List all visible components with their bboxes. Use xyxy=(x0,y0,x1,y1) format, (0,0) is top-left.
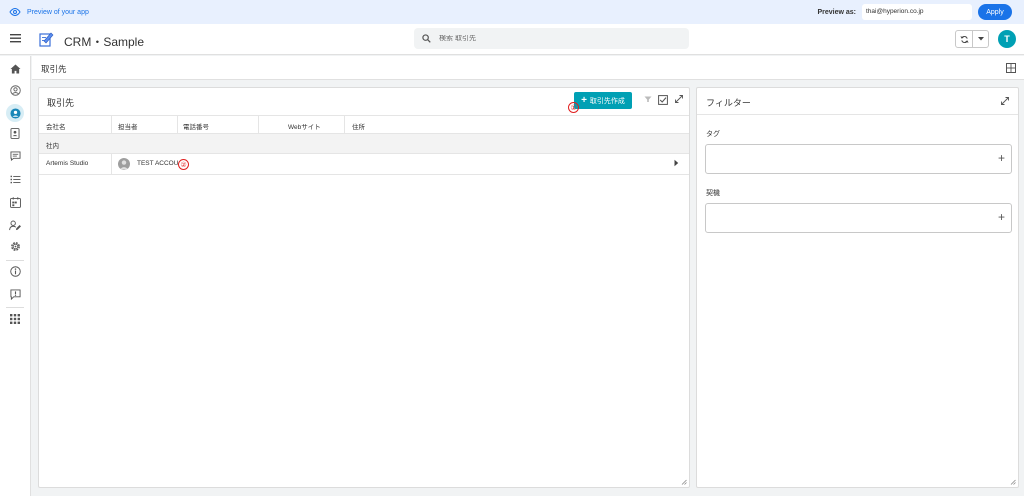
annotation-marker-2: ② xyxy=(178,159,189,170)
deal-label: 契機 xyxy=(706,190,720,197)
apps-grid-icon xyxy=(10,314,20,324)
column-divider xyxy=(258,116,259,134)
filter-divider xyxy=(697,114,1018,115)
create-account-button[interactable]: + 取引先作成 xyxy=(574,92,632,109)
caret-down-icon xyxy=(977,37,984,41)
home-icon xyxy=(10,64,20,74)
checkbox-icon[interactable] xyxy=(658,95,668,105)
column-divider xyxy=(344,116,345,134)
column-header-company[interactable]: 会社名 xyxy=(46,121,66,131)
preview-indicator: Preview of your app xyxy=(0,8,89,16)
sync-dropdown[interactable] xyxy=(973,31,988,47)
tag-label: タグ xyxy=(706,131,720,138)
chevron-right-icon[interactable] xyxy=(674,159,679,167)
owner-avatar xyxy=(118,158,130,170)
nav-user-edit[interactable] xyxy=(6,216,24,234)
table-header: 会社名 担当者 電話番号 Webサイト 住所 xyxy=(39,115,689,134)
left-nav xyxy=(0,56,31,496)
expand-icon[interactable] xyxy=(1001,97,1009,105)
add-tag-icon[interactable]: + xyxy=(998,152,1005,164)
info-icon xyxy=(9,265,21,277)
app-title: CRM・Sample xyxy=(64,35,145,49)
column-divider xyxy=(111,116,112,134)
company-cell: Artemis Studio xyxy=(46,160,89,167)
sync-button[interactable] xyxy=(956,31,974,47)
nav-contacts[interactable] xyxy=(6,124,24,142)
column-header-phone[interactable]: 電話番号 xyxy=(183,121,209,131)
settings-icon xyxy=(10,241,20,251)
group-row: 社内 xyxy=(39,134,689,154)
nav-chat[interactable] xyxy=(6,147,24,165)
chat-icon xyxy=(10,151,20,161)
column-divider xyxy=(177,116,178,134)
nav-home[interactable] xyxy=(6,60,24,78)
tag-field[interactable]: + xyxy=(705,144,1012,174)
nav-divider xyxy=(6,260,24,261)
preview-email-field[interactable]: thai@hyperion.co.jp xyxy=(862,4,972,20)
resize-handle-icon[interactable] xyxy=(681,479,687,485)
nav-tasks[interactable] xyxy=(6,170,24,188)
user-edit-icon xyxy=(9,220,21,230)
column-divider xyxy=(111,154,112,175)
preview-label: Preview of your app xyxy=(27,8,89,16)
accounts-panel: 取引先 + 取引先作成 ① 会社名 担当者 電話番号 Webサイト 住所 社内 … xyxy=(38,87,690,488)
preview-bar: Preview of your app Preview as: thai@hyp… xyxy=(0,0,1024,24)
sync-control xyxy=(955,30,989,48)
app-logo-icon xyxy=(39,32,54,47)
sync-icon xyxy=(960,35,969,43)
page-title: 取引先 xyxy=(41,64,67,74)
tasks-icon xyxy=(10,175,20,183)
nav-accounts[interactable] xyxy=(6,104,24,122)
plus-icon: + xyxy=(581,94,587,106)
filter-icon[interactable] xyxy=(644,95,652,103)
nav-apps[interactable] xyxy=(6,310,24,328)
nav-calendar[interactable] xyxy=(6,193,24,211)
column-header-website[interactable]: Webサイト xyxy=(288,121,321,131)
nav-profile[interactable] xyxy=(6,81,24,99)
group-label: 社内 xyxy=(46,143,59,150)
resize-handle-icon[interactable] xyxy=(1010,479,1016,485)
table-row[interactable]: Artemis Studio TEST ACCOU ② xyxy=(39,154,689,175)
eye-icon xyxy=(9,8,21,16)
nav-info[interactable] xyxy=(6,262,24,280)
owner-cell: TEST ACCOU xyxy=(137,160,179,167)
person-icon xyxy=(119,160,129,170)
contacts-icon xyxy=(10,127,20,139)
search-input[interactable] xyxy=(439,35,669,42)
user-avatar[interactable]: T xyxy=(998,30,1016,48)
annotation-marker-1: ① xyxy=(568,102,579,113)
apply-button[interactable]: Apply xyxy=(978,4,1012,20)
column-header-owner[interactable]: 担当者 xyxy=(118,121,138,131)
nav-divider xyxy=(6,307,24,308)
calendar-icon xyxy=(9,196,21,208)
create-account-label: 取引先作成 xyxy=(589,97,625,105)
nav-settings[interactable] xyxy=(6,237,24,255)
filter-title: フィルター xyxy=(706,98,751,108)
add-deal-icon[interactable]: + xyxy=(998,211,1005,223)
filter-panel: フィルター タグ + 契機 + xyxy=(696,87,1019,488)
deal-field[interactable]: + xyxy=(705,203,1012,233)
layout-grid-icon[interactable] xyxy=(1006,63,1016,73)
column-header-address[interactable]: 住所 xyxy=(352,121,365,131)
breadcrumb: 取引先 xyxy=(32,56,1024,80)
accounts-icon xyxy=(9,107,21,119)
menu-icon[interactable] xyxy=(10,33,21,43)
panel-title: 取引先 xyxy=(47,98,75,108)
expand-icon[interactable] xyxy=(675,95,683,103)
profile-icon xyxy=(9,84,21,96)
feedback-icon xyxy=(9,288,21,300)
search-icon xyxy=(422,34,431,43)
nav-feedback[interactable] xyxy=(6,285,24,303)
app-header: CRM・Sample T xyxy=(0,24,1024,55)
preview-as-label: Preview as: xyxy=(817,8,856,16)
search-box[interactable] xyxy=(414,28,689,49)
